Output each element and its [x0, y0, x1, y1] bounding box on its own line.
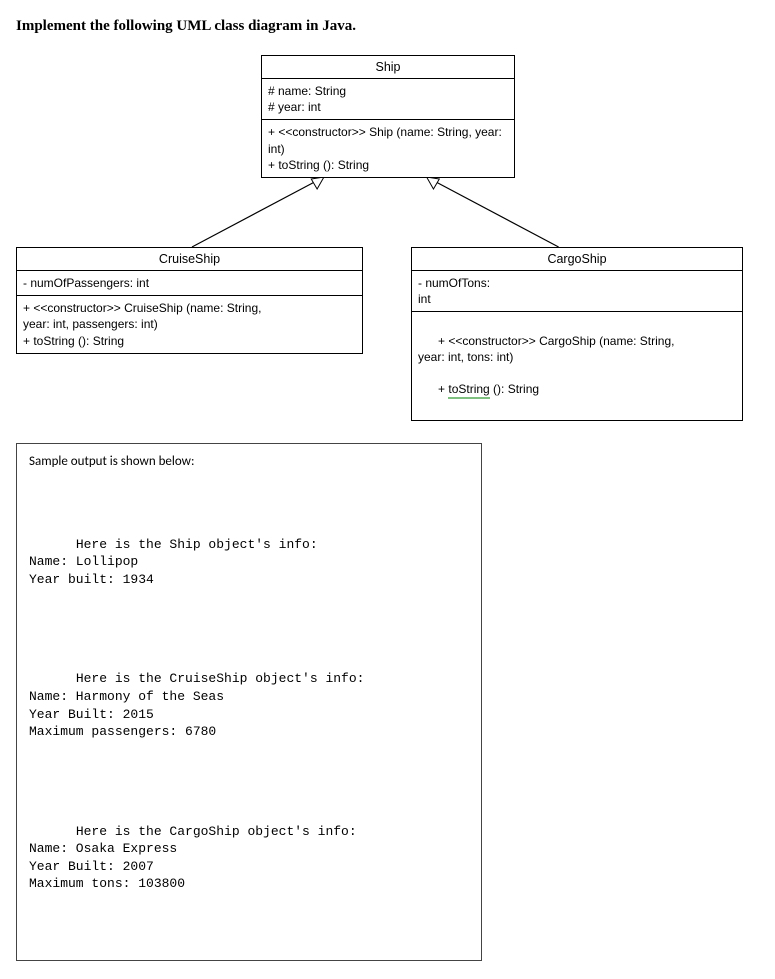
out-cargo-l3: Year Built: 2007: [29, 859, 154, 874]
uml-class-ship-ops: + <<constructor>> Ship (name: String, ye…: [262, 120, 514, 177]
sample-output-text: Here is the Ship object's info: Name: Lo…: [29, 483, 469, 946]
uml-class-ship-attrs: # name: String # year: int: [262, 79, 514, 120]
out-cargo-l4: Maximum tons: 103800: [29, 876, 185, 891]
uml-class-cargoship: CargoShip - numOfTons: int + <<construct…: [411, 247, 743, 421]
out-cruise-l4: Maximum passengers: 6780: [29, 724, 216, 739]
cargoship-constructor-line: + <<constructor>> CargoShip (name: Strin…: [418, 334, 674, 364]
out-cargo-l1: Here is the CargoShip object's info:: [76, 824, 357, 839]
out-cruise-l3: Year Built: 2015: [29, 707, 154, 722]
cargoship-tostring-prefix: +: [438, 382, 448, 396]
sample-output-caption: Sample output is shown below:: [29, 454, 469, 469]
uml-class-cruiseship: CruiseShip - numOfPassengers: int + <<co…: [16, 247, 363, 354]
uml-class-cruiseship-title: CruiseShip: [17, 248, 362, 271]
uml-class-cargoship-attrs: - numOfTons: int: [412, 271, 742, 312]
out-cargo-l2: Name: Osaka Express: [29, 841, 177, 856]
out-ship-l3: Year built: 1934: [29, 572, 154, 587]
uml-diagram: Ship # name: String # year: int + <<cons…: [16, 55, 759, 415]
uml-class-ship: Ship # name: String # year: int + <<cons…: [261, 55, 515, 178]
out-ship-l2: Name: Lollipop: [29, 554, 138, 569]
out-ship-l1: Here is the Ship object's info:: [76, 537, 318, 552]
uml-class-cargoship-title: CargoShip: [412, 248, 742, 271]
uml-class-cargoship-ops: + <<constructor>> CargoShip (name: Strin…: [412, 312, 742, 419]
out-cruise-l1: Here is the CruiseShip object's info:: [76, 671, 365, 686]
uml-class-ship-title: Ship: [262, 56, 514, 79]
page-heading: Implement the following UML class diagra…: [16, 18, 759, 35]
uml-class-cruiseship-attrs: - numOfPassengers: int: [17, 271, 362, 296]
uml-class-cruiseship-ops: + <<constructor>> CruiseShip (name: Stri…: [17, 296, 362, 353]
cargoship-tostring-suffix: (): String: [490, 382, 539, 396]
out-cruise-l2: Name: Harmony of the Seas: [29, 689, 224, 704]
cargoship-tostring-mid: toString: [448, 381, 489, 399]
sample-output-box: Sample output is shown below: Here is th…: [16, 443, 482, 961]
